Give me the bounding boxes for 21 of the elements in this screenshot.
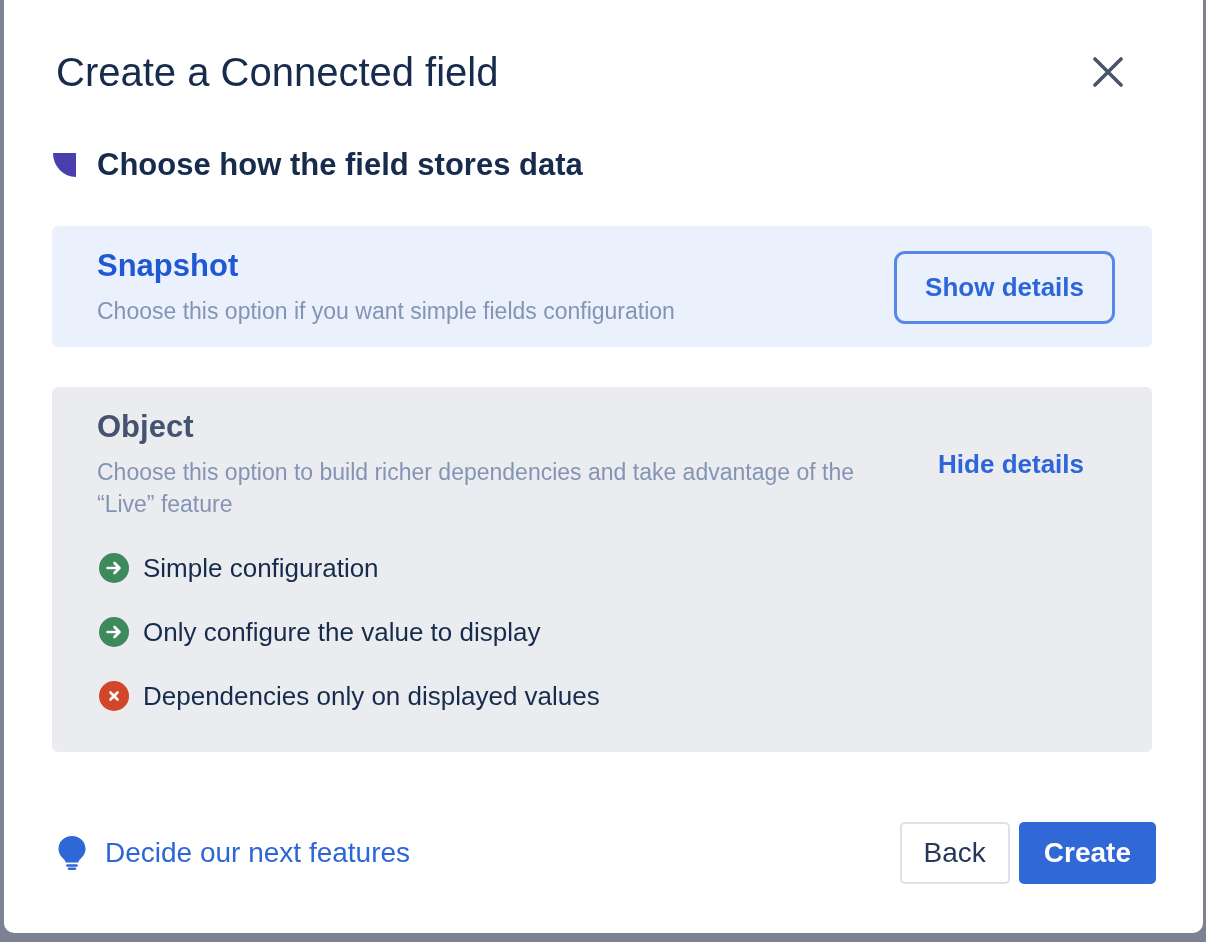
section-heading: Choose how the field stores data xyxy=(97,147,583,183)
lightbulb-icon xyxy=(58,836,86,870)
option-card[interactable]: Snapshot Choose this option if you want simple fields configuration Show details xyxy=(52,226,1152,347)
option-description: Choose this option if you want simple fields configuration xyxy=(97,297,675,326)
feedback-link[interactable]: Decide our next features xyxy=(105,836,411,870)
option-card[interactable] xyxy=(52,387,1152,752)
option-title: Snapshot xyxy=(97,248,239,284)
arrow-circle-icon xyxy=(99,553,129,583)
details-button[interactable]: Show details xyxy=(894,251,1115,324)
back-button[interactable]: Back xyxy=(899,822,1010,884)
feature-text: Dependencies only on displayed values xyxy=(143,680,600,712)
option-title: Object xyxy=(97,409,194,445)
dialog-title: Create a Connected field xyxy=(55,49,500,96)
cross-circle-icon xyxy=(99,681,129,711)
arrow-circle-icon xyxy=(99,617,129,647)
close-icon xyxy=(1093,57,1123,87)
option-description: Choose this option to build richer dependencies and take advantage of the “Live” feature xyxy=(97,458,855,519)
feature-text: Simple configuration xyxy=(143,552,379,584)
create-button[interactable]: Create xyxy=(1018,822,1156,884)
details-button[interactable]: Hide details xyxy=(907,428,1115,501)
feature-text: Only configure the value to display xyxy=(143,616,541,648)
